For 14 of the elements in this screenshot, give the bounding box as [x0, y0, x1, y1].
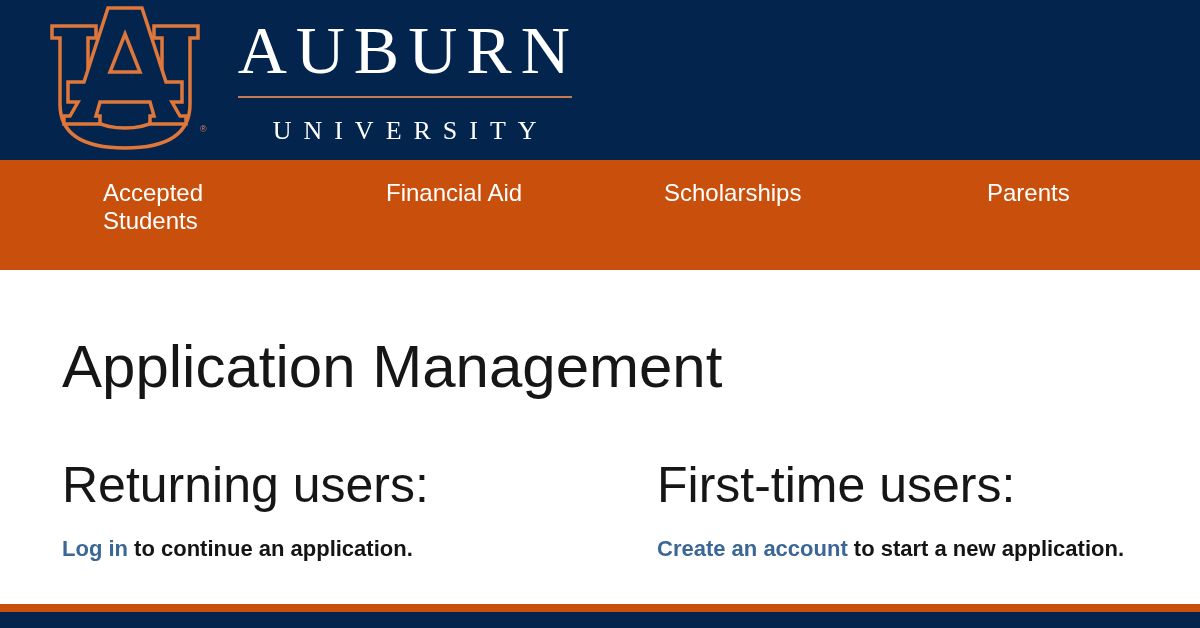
instruction-text: Log in to continue an application.	[62, 536, 413, 562]
nav-link[interactable]: Parents	[987, 179, 1070, 207]
university-name: AUBURN	[237, 16, 579, 84]
nav-link[interactable]: Financial Aid	[386, 179, 523, 207]
section-heading: First-time users:	[657, 457, 1016, 514]
instruction-text: Create an account to start a new application.	[657, 536, 1124, 562]
text-link[interactable]: Log in	[62, 536, 128, 561]
nav-link[interactable]: Accepted Students	[103, 179, 263, 235]
page-title: Application Management	[62, 332, 723, 401]
nav-link[interactable]: Scholarships	[664, 179, 802, 207]
section-heading: Returning users:	[62, 457, 429, 514]
text-link[interactable]: Create an account	[657, 536, 848, 561]
university-subtitle: UNIVERSITY	[271, 116, 549, 146]
registered-mark: ®	[200, 124, 207, 134]
